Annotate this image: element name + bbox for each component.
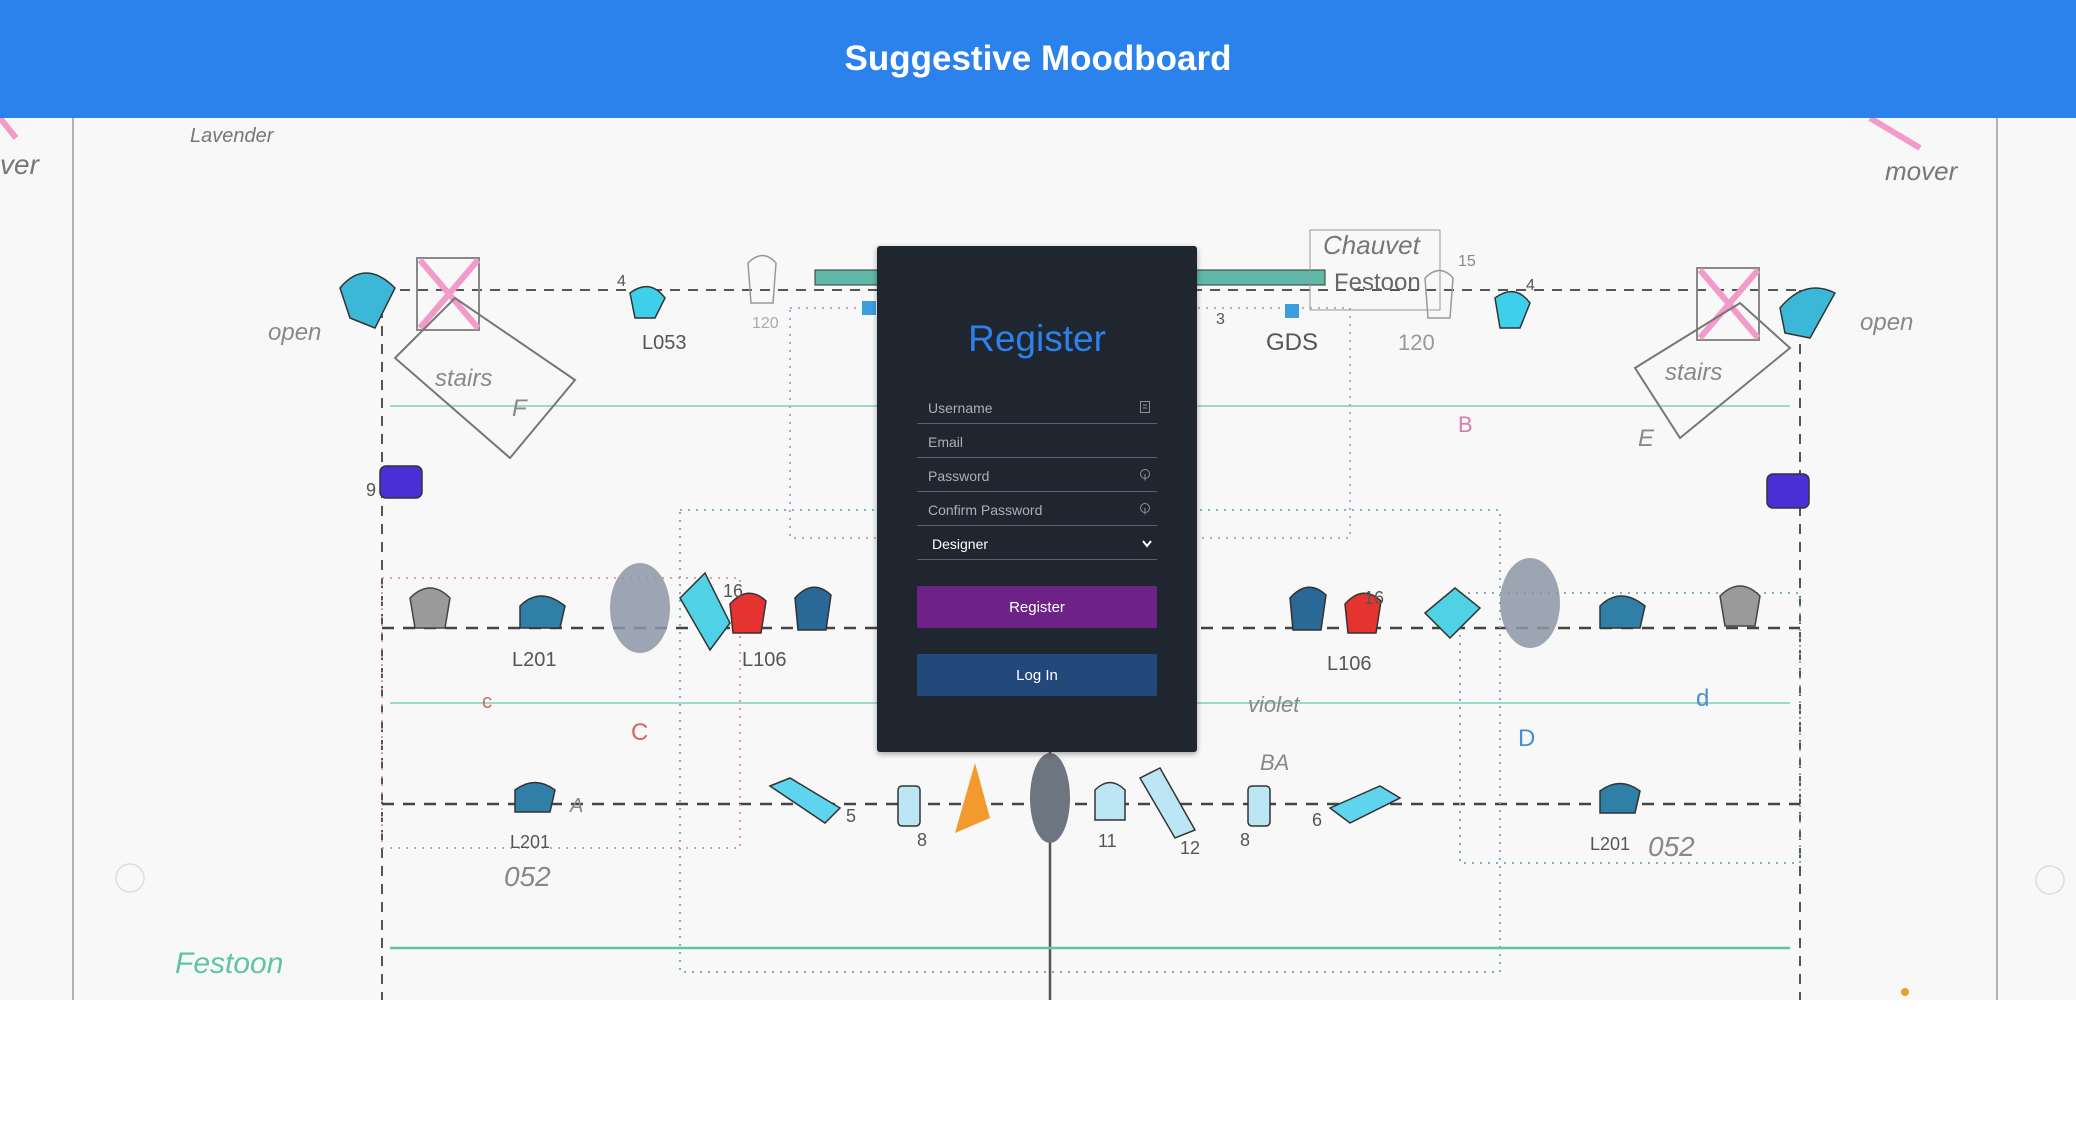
sketch-label-festoon-top: Festoon [1334,269,1421,296]
sketch-label-l201b: L201 [510,832,550,852]
sketch-label-052b: 052 [1648,831,1695,862]
email-field [917,426,1157,458]
key-icon [1140,469,1150,481]
sketch-label-c-big: C [631,719,648,746]
sketch-label-festoon-bottom: Festoon [175,947,283,980]
email-input[interactable] [917,426,1127,457]
sketch-label-l106b: L106 [1327,653,1372,675]
confirm-password-input[interactable] [917,494,1127,525]
sketch-label-b: B [1458,412,1473,437]
sketch-label-120a: 120 [752,315,779,332]
sketch-label-open-right: open [1860,309,1913,336]
sketch-label-f: F [512,395,528,422]
role-select-value: Designer [932,536,989,552]
sketch-label-mover-left: ver [0,149,41,180]
register-button[interactable]: Register [917,586,1157,628]
sketch-label-l106a: L106 [742,649,787,671]
id-card-icon [1140,401,1150,413]
sketch-label-d-small: d [1696,685,1709,712]
chevron-down-icon [1142,540,1152,548]
confirm-password-field [917,494,1157,526]
sketch-label-stairs-right: stairs [1665,359,1722,386]
sketch-label-c-small: c [482,691,492,713]
sketch-label-4b: 4 [1526,277,1535,294]
sketch-label-d-big: D [1518,725,1535,752]
role-select[interactable]: Designer [917,528,1157,560]
sketch-label-16a: 16 [723,581,743,601]
sketch-label-052a: 052 [504,861,551,892]
sketch-label-120b: 120 [1398,330,1435,355]
sketch-label-violet: violet [1248,692,1300,717]
sketch-label-5: 5 [846,806,856,826]
key-icon [1140,503,1150,515]
sketch-label-l053: L053 [642,332,687,354]
sketch-label-gds: GDS [1266,329,1318,356]
sketch-label-open-left: open [268,319,321,346]
sketch-label-9: 9 [366,480,376,500]
sketch-label-4a: 4 [617,273,626,290]
sketch-label-chauvet: Chauvet [1323,230,1422,260]
register-heading: Register [968,318,1106,359]
register-panel: Register Designer Register Log In [877,246,1197,752]
sketch-label-8a: 8 [917,830,927,850]
sketch-label-11: 11 [1098,831,1117,851]
password-input[interactable] [917,460,1127,491]
sketch-label-mover-right: mover [1885,156,1959,186]
sketch-label-6: 6 [1312,810,1322,830]
sketch-label-15: 15 [1458,253,1476,270]
sketch-label-3: 3 [1216,311,1225,328]
sketch-label-e: E [1638,425,1655,452]
sketch-label-l201c: L201 [1590,834,1630,854]
sketch-label-ba: BA [1260,750,1289,775]
sketch-label-8b: 8 [1240,830,1250,850]
sketch-label-a: A [569,795,583,817]
login-button[interactable]: Log In [917,654,1157,696]
password-field [917,460,1157,492]
header-bar: Suggestive Moodboard [0,0,2076,118]
sketch-label-16b: 16 [1364,588,1384,608]
sketch-label-stairs-left: stairs [435,365,492,392]
username-field [917,392,1157,424]
username-input[interactable] [917,392,1127,423]
sketch-label-l201a: L201 [512,649,557,671]
sketch-label-12: 12 [1180,838,1200,858]
app-title: Suggestive Moodboard [844,39,1232,78]
sketch-label-lavender: Lavender [190,125,275,147]
